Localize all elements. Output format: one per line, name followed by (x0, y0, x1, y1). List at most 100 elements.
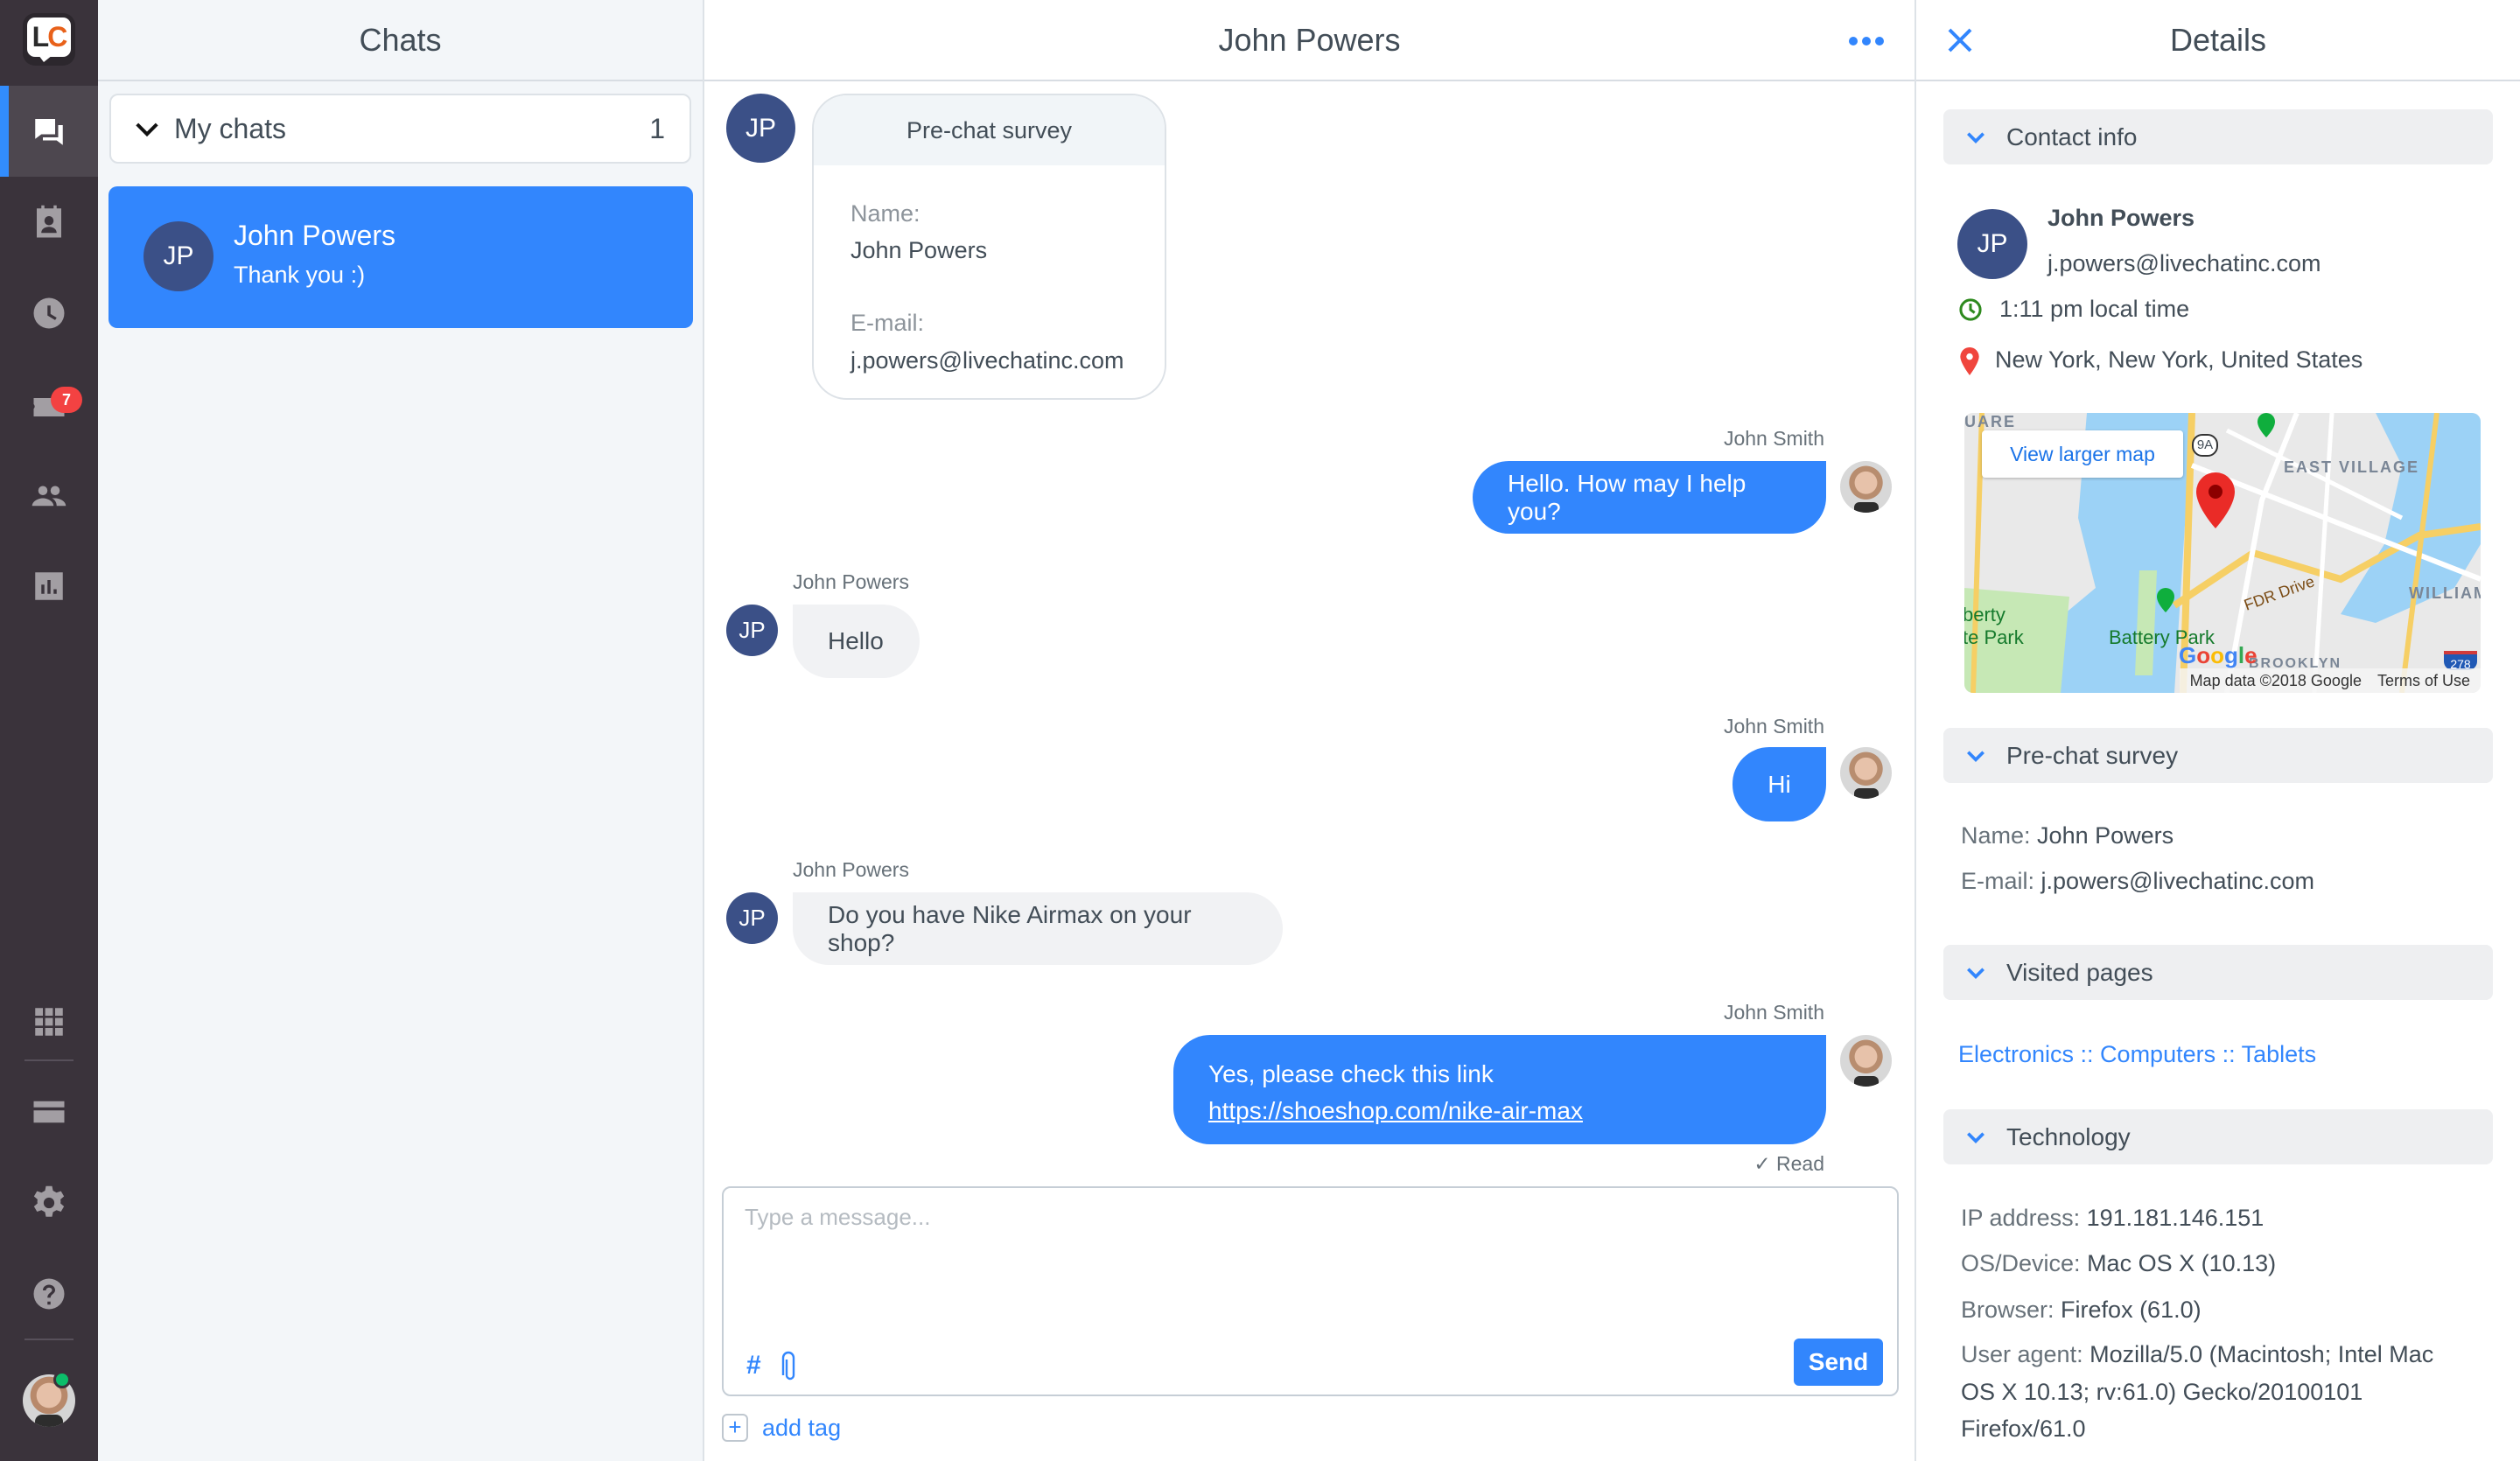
prechat-name-value: John Powers (2037, 822, 2174, 849)
ip-value: 191.181.146.151 (2086, 1205, 2264, 1231)
message-input[interactable] (745, 1204, 1865, 1309)
agent-message: Yes, please check this link https://shoe… (1173, 1035, 1826, 1144)
nav-settings[interactable] (0, 1157, 98, 1248)
more-options-button[interactable] (1849, 26, 1884, 56)
chats-list-panel: Chats My chats 1 JP John Powers Thank yo… (98, 0, 704, 1461)
chat-item-preview: Thank you :) (234, 262, 366, 288)
my-chats-label: My chats (174, 112, 287, 144)
map-label: EAST VILLAGE (2284, 458, 2420, 476)
message-sender: John Smith (1723, 427, 1824, 450)
clock-icon (33, 297, 65, 329)
section-contact-info[interactable]: Contact info (1943, 109, 2493, 164)
section-title: Contact info (2006, 122, 2138, 150)
view-larger-map-button[interactable]: View larger map (1982, 430, 2183, 478)
chevron-down-icon (136, 122, 158, 137)
survey-email-label: E-mail: (850, 310, 925, 336)
details-panel: Details Contact info JP John Powers j.po… (1916, 0, 2520, 1461)
message-composer: # Send (722, 1186, 1899, 1396)
chat-title-text: John Powers (1218, 21, 1401, 58)
user-agent-line-1: Mozilla/5.0 (Macintosh; Intel Mac (2090, 1341, 2434, 1367)
browser-label: Browser: (1961, 1297, 2054, 1323)
tickets-badge: 7 (51, 387, 82, 413)
visitor-avatar: JP (726, 892, 778, 944)
prechat-email-value: j.powers@livechatinc.com (2040, 868, 2315, 894)
visitor-avatar: JP (726, 605, 778, 656)
contact-email: j.powers@livechatinc.com (2048, 250, 2321, 276)
nav-chats[interactable] (0, 86, 98, 177)
online-status-dot (53, 1371, 71, 1388)
section-visited-pages[interactable]: Visited pages (1943, 945, 2493, 1000)
ip-label: IP address: (1961, 1205, 2081, 1231)
survey-name-label: Name: (850, 200, 920, 227)
visitor-message: Hello (793, 605, 920, 678)
survey-name-value: John Powers (850, 237, 988, 263)
nav-archives[interactable] (0, 268, 98, 359)
my-chats-count: 1 (649, 112, 665, 144)
message-sender: John Powers (793, 570, 909, 593)
location-pin-icon (1960, 347, 1979, 375)
section-prechat-survey[interactable]: Pre-chat survey (1943, 728, 2493, 783)
visited-page-link[interactable]: Electronics :: Computers :: Tablets (1958, 1041, 2316, 1068)
map-terms-link[interactable]: Terms of Use (2377, 672, 2470, 690)
chat-title: John Powers (704, 0, 1914, 81)
google-logo: Google (2179, 642, 2258, 668)
prechat-name-label: Name: (1961, 822, 2031, 849)
apps-grid-icon (35, 1008, 63, 1036)
contact-location: New York, New York, United States (1995, 346, 2363, 373)
map-park-label: te Park (1964, 626, 2024, 648)
nav-billing[interactable] (0, 1066, 98, 1157)
section-technology[interactable]: Technology (1943, 1109, 2493, 1164)
map-label: WILLIAM (2409, 584, 2481, 602)
agent-avatar (1840, 747, 1892, 799)
browser-value: Firefox (61.0) (2061, 1297, 2202, 1323)
attachment-paperclip-icon[interactable] (780, 1351, 797, 1381)
survey-email-value: j.powers@livechatinc.com (850, 347, 1124, 374)
credit-card-icon (33, 1101, 65, 1123)
nav-reports[interactable] (0, 541, 98, 632)
nav-divider (24, 1059, 74, 1061)
nav-agents[interactable] (0, 450, 98, 541)
send-button[interactable]: Send (1794, 1339, 1883, 1386)
chat-panel: John Powers JP Pre-chat survey Name: Joh… (704, 0, 1916, 1461)
details-title: Details (1916, 0, 2520, 81)
chat-item-name: John Powers (234, 220, 396, 251)
nav-tickets[interactable]: 7 (0, 359, 98, 450)
location-map[interactable]: View larger map 9A EAST VILLAGE WILLIAM … (1964, 413, 2481, 693)
help-icon (33, 1278, 65, 1310)
add-tag-button[interactable]: + add tag (722, 1414, 841, 1442)
checkmark-icon: ✓ (1754, 1152, 1777, 1175)
visitor-avatar: JP (144, 221, 214, 291)
livechat-logo: LC (23, 13, 75, 66)
plus-icon: + (722, 1414, 748, 1442)
nav-help[interactable] (0, 1248, 98, 1339)
prechat-survey-card: Pre-chat survey Name: John Powers E-mail… (812, 94, 1166, 400)
read-receipt: ✓ Read (1754, 1152, 1824, 1176)
agent-message: Hello. How may I help you? (1473, 461, 1826, 534)
section-title: Pre-chat survey (2006, 741, 2179, 769)
message-sender: John Smith (1723, 715, 1824, 737)
agent-avatar (1840, 461, 1892, 513)
user-agent-line-3: Firefox/61.0 (1961, 1416, 2086, 1442)
contact-card-icon (37, 205, 61, 238)
nav-marketplace[interactable] (0, 976, 98, 1067)
map-park-label: berty (1964, 604, 2006, 626)
chats-title: Chats (98, 0, 703, 81)
message-link[interactable]: https://shoeshop.com/nike-air-max (1208, 1097, 1583, 1124)
visitor-avatar: JP (1957, 209, 2027, 279)
contact-name: John Powers (2048, 205, 2195, 231)
user-agent-line-2: OS X 10.13; rv:61.0) Gecko/20100101 (1961, 1379, 2363, 1405)
canned-responses-hash-icon[interactable]: # (746, 1351, 761, 1381)
chat-list-item[interactable]: JP John Powers Thank you :) (108, 186, 693, 328)
app-sidebar: LC 7 (0, 0, 98, 1461)
my-chats-group[interactable]: My chats 1 (109, 94, 691, 164)
close-icon[interactable] (1946, 26, 1974, 54)
read-status: Read (1776, 1152, 1824, 1175)
message-sender: John Smith (1723, 1001, 1824, 1024)
chevron-down-icon (1967, 131, 1984, 143)
agent-avatar (1840, 1035, 1892, 1087)
map-label: UARE (1964, 413, 2017, 430)
prechat-email-label: E-mail: (1961, 868, 2035, 894)
clock-icon (1959, 298, 1982, 321)
nav-customers[interactable] (0, 177, 98, 268)
section-title: Technology (2006, 1122, 2131, 1150)
